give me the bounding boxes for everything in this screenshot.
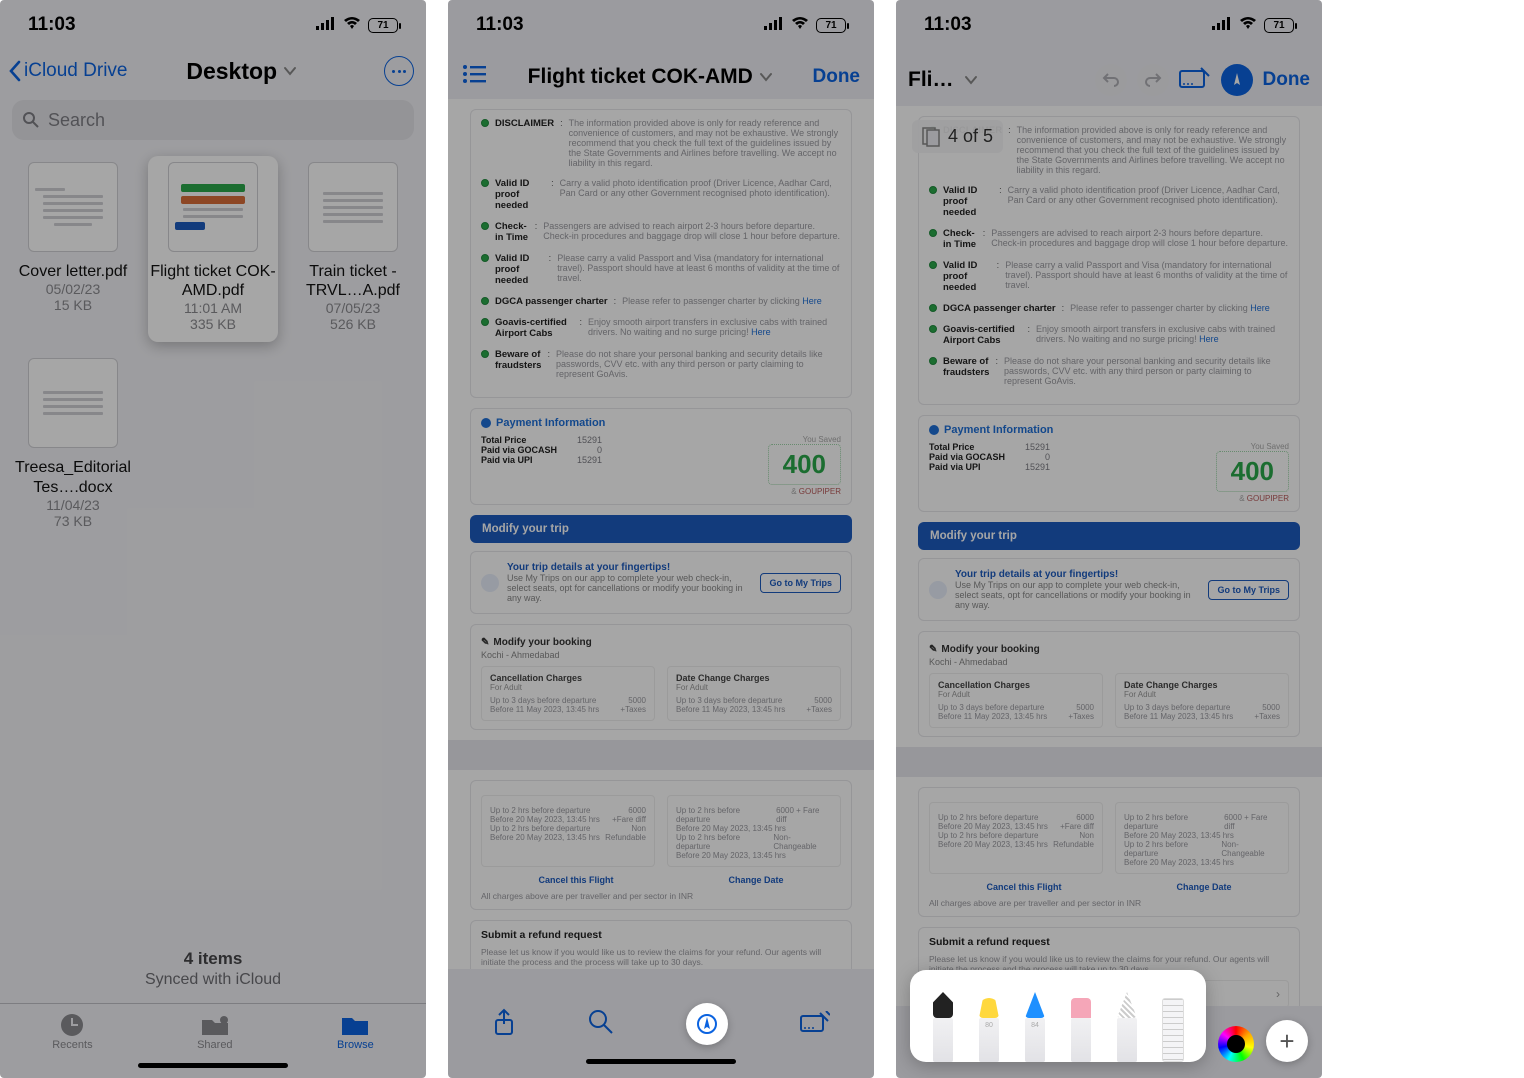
wifi-icon	[1238, 14, 1258, 36]
item-count: 4 items	[0, 949, 426, 969]
eraser-tool[interactable]	[1066, 998, 1096, 1062]
pdf-content[interactable]: DISCLAIMER : The information provided ab…	[448, 99, 874, 969]
chevron-down-icon[interactable]	[964, 75, 978, 85]
go-to-mytrips-button: Go to My Trips	[760, 573, 841, 593]
wifi-icon	[342, 14, 362, 36]
search-input[interactable]: Search	[12, 100, 414, 140]
highlighter-tool[interactable]: 80	[974, 998, 1004, 1062]
file-thumbnail	[168, 162, 258, 252]
annotate-icon[interactable]	[800, 1011, 830, 1038]
page-thumbnails-icon[interactable]	[922, 127, 940, 147]
markup-toggle[interactable]	[1221, 64, 1253, 96]
battery-icon: 71	[1264, 18, 1294, 33]
home-indicator[interactable]	[138, 1063, 288, 1068]
status-bar: 11:03 71	[896, 0, 1322, 50]
shared-folder-icon	[200, 1012, 230, 1038]
list-view-icon[interactable]	[462, 64, 488, 89]
clock: 11:03	[924, 14, 972, 36]
tab-recents[interactable]: Recents	[52, 1012, 92, 1051]
file-thumbnail	[28, 358, 118, 448]
battery-icon: 71	[816, 18, 846, 33]
sync-status: Synced with iCloud	[0, 971, 426, 989]
payment-heading: Payment Information	[481, 417, 841, 429]
clock: 11:03	[28, 14, 76, 36]
search-icon	[22, 111, 40, 129]
redo-button[interactable]	[1137, 64, 1169, 96]
battery-icon: 71	[368, 18, 398, 33]
chevron-down-icon	[283, 66, 297, 76]
done-button[interactable]: Done	[1263, 69, 1311, 91]
file-item-selected[interactable]: Flight ticket COK-AMD.pdf 11:01 AM 335 K…	[148, 156, 278, 342]
autofill-icon[interactable]	[1179, 67, 1211, 94]
cellular-icon	[764, 14, 784, 36]
files-app-screen: 11:03 71 iCloud Drive Desktop Search Cov…	[0, 0, 426, 1078]
tab-bar: Recents Shared Browse	[0, 1003, 426, 1055]
modify-booking-heading: ✎Modify your booking	[481, 637, 841, 648]
document-title[interactable]: Flight ticket COK-AMD	[528, 65, 773, 89]
home-indicator[interactable]	[586, 1059, 736, 1064]
undo-button[interactable]	[1095, 64, 1127, 96]
markup-button[interactable]	[686, 1003, 728, 1045]
pencil-tool[interactable]: 84	[1020, 992, 1050, 1062]
clock-icon	[58, 1012, 86, 1038]
status-bar: 11:03 71	[0, 0, 426, 50]
page-indicator: 4 of 5	[912, 120, 1003, 153]
saved-amount: 400	[768, 444, 841, 485]
color-picker[interactable]	[1218, 1026, 1254, 1062]
tab-shared[interactable]: Shared	[197, 1012, 232, 1051]
markup-screen: 11:03 71 Fli… Done 4 of 5 DISCLAIMER : T…	[896, 0, 1322, 1078]
file-thumbnail	[28, 162, 118, 252]
done-button[interactable]: Done	[813, 66, 861, 88]
file-item[interactable]: Train ticket - TRVL…A.pdf 07/05/23 526 K…	[288, 156, 418, 342]
pdf-preview-screen: 11:03 71 Flight ticket COK-AMD Done DISC…	[448, 0, 874, 1078]
more-button[interactable]	[384, 56, 414, 86]
back-button[interactable]: iCloud Drive	[8, 60, 127, 82]
chevron-down-icon	[759, 72, 773, 82]
clock: 11:03	[476, 14, 524, 36]
pen-tool[interactable]	[928, 992, 958, 1062]
add-button[interactable]: +	[1266, 1020, 1308, 1062]
pdf-content[interactable]: DISCLAIMER : The information provided ab…	[896, 106, 1322, 1006]
modify-trip-banner: Modify your trip	[470, 515, 852, 543]
cellular-icon	[1212, 14, 1232, 36]
toolbar	[448, 993, 874, 1078]
wifi-icon	[790, 14, 810, 36]
file-item[interactable]: Treesa_Editorial Tes….docx 11/04/23 73 K…	[8, 352, 138, 538]
status-bar: 11:03 71	[448, 0, 874, 50]
app-icon	[481, 574, 499, 592]
file-thumbnail	[308, 162, 398, 252]
file-item[interactable]: Cover letter.pdf 05/02/23 15 KB	[8, 156, 138, 342]
document-title: Fli…	[908, 68, 954, 92]
markup-tool-palette: 80 84	[910, 970, 1206, 1062]
lasso-tool[interactable]	[1112, 992, 1142, 1062]
search-icon[interactable]	[588, 1009, 614, 1040]
folder-title[interactable]: Desktop	[113, 58, 370, 85]
share-icon[interactable]	[492, 1008, 516, 1041]
cellular-icon	[316, 14, 336, 36]
folder-icon	[340, 1012, 370, 1038]
ruler-tool[interactable]	[1158, 998, 1188, 1062]
tab-browse[interactable]: Browse	[337, 1012, 374, 1051]
